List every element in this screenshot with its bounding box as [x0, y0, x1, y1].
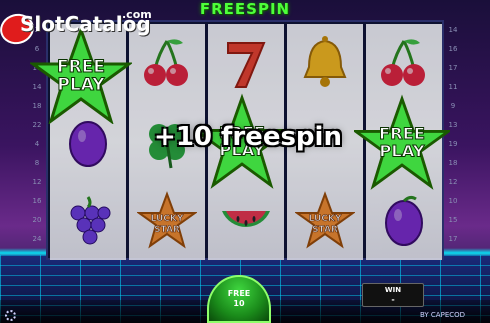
watermark-domain: .com: [122, 8, 152, 21]
win-value: -: [391, 295, 395, 304]
free-play-star-icon: FREE PLAY: [351, 94, 453, 190]
watermark-logo: SlotCatalog .com: [0, 4, 152, 48]
settings-gear-icon[interactable]: [5, 310, 16, 321]
free-play-line2: PLAY: [379, 141, 424, 160]
svg-text:STAR: STAR: [312, 225, 338, 235]
watermelon-icon: [222, 211, 270, 227]
payline-number: 8: [34, 159, 40, 167]
lucky-star-symbol: LUCKY STAR: [287, 182, 363, 260]
grapes-symbol: [50, 182, 126, 260]
provider-brand: BY CAPECOD: [420, 311, 466, 319]
svg-text:STAR: STAR: [154, 225, 180, 235]
svg-text:LUCKY: LUCKY: [309, 214, 342, 224]
bell-icon: [303, 36, 347, 87]
payline-number: 20: [32, 216, 42, 224]
cherry-icon: [381, 39, 425, 86]
payline-number: 16: [32, 197, 42, 205]
plum-icon: [385, 195, 423, 246]
win-display: WIN -: [362, 283, 424, 307]
free-play-line1: FREE: [379, 124, 425, 143]
free-count: 10: [233, 299, 245, 308]
payline-number: 14: [448, 26, 458, 34]
seven-icon: [227, 42, 266, 88]
free-label: FREE: [227, 289, 251, 298]
free-play-star-reel5: FREE PLAY: [351, 92, 453, 194]
win-label: WIN: [384, 286, 402, 294]
free-play-line2: PLAY: [57, 75, 105, 95]
free-play-line1: FREE: [57, 57, 105, 77]
payline-number: 17: [448, 64, 458, 72]
game-title: FREESPIN: [199, 0, 291, 18]
svg-text:LUCKY: LUCKY: [151, 214, 184, 224]
payline-number: 12: [32, 178, 42, 186]
cherry-symbol: [366, 24, 442, 102]
payline-number: 4: [34, 140, 40, 148]
payline-number: 24: [32, 235, 42, 243]
payline-number: 17: [448, 235, 458, 243]
payline-number: 10: [448, 197, 458, 205]
bell-symbol: [287, 24, 363, 102]
payline-number: 11: [448, 83, 458, 91]
lucky-star-icon: LUCKYSTAR: [137, 191, 197, 249]
payline-number: 16: [448, 45, 458, 53]
lucky-star-icon: LUCKYSTAR: [295, 191, 355, 249]
bonus-message: +10 freespin: [154, 122, 342, 152]
game-scene: FREESPIN 26101418224812162024 1416171191…: [0, 0, 490, 323]
grapes-icon: [70, 196, 111, 245]
payline-number: 15: [448, 216, 458, 224]
